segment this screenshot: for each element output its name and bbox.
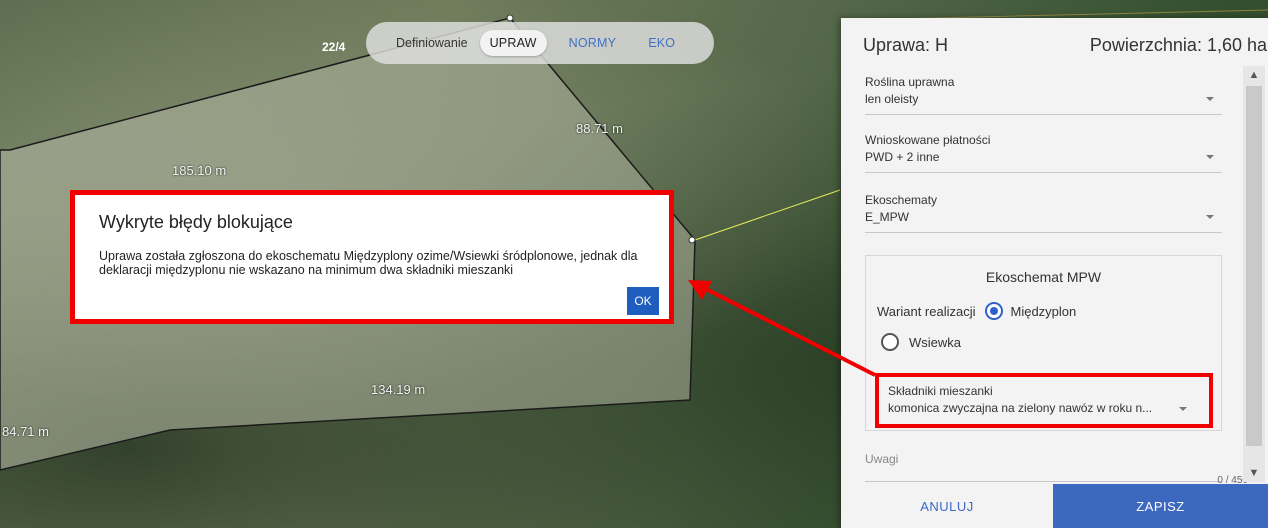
variant-row: Wariant realizacji Międzyplon <box>877 302 1076 320</box>
mode-option-eko[interactable]: EKO <box>638 30 685 56</box>
radio-miedzyplon[interactable] <box>984 302 1003 320</box>
field-value: E_MPW <box>865 210 910 224</box>
chevron-up-icon[interactable]: ▲ <box>1243 66 1265 84</box>
notes-field[interactable]: Uwagi <box>865 448 1222 482</box>
segment-length-label: 84.71 m <box>2 424 49 439</box>
payments-select[interactable]: Wnioskowane płatności PWD + 2 inne <box>865 133 1222 173</box>
mode-toggle: Definiowanie UPRAW NORMY EKO <box>366 22 714 64</box>
dialog-title: Wykryte błędy blokujące <box>99 212 293 232</box>
parcel-id-label: 22/4 <box>322 40 346 54</box>
mode-option-upraw[interactable]: UPRAW <box>479 30 547 56</box>
field-label: Wnioskowane płatności <box>865 133 991 147</box>
error-dialog: Wykryte błędy blokujące Uprawa została z… <box>70 190 674 324</box>
field-value: PWD + 2 inne <box>865 150 940 164</box>
radio-wsiewka-label: Wsiewka <box>909 334 962 350</box>
ecoschemes-select[interactable]: Ekoschematy E_MPW <box>865 193 1222 233</box>
radio-miedzyplon-label: Międzyplon <box>1010 303 1077 319</box>
cancel-button[interactable]: ANULUJ <box>841 484 1053 528</box>
scrollbar-thumb[interactable] <box>1246 86 1262 446</box>
segment-length-label: 134.19 m <box>371 382 426 397</box>
area-label: Powierzchnia: 1,60 ha <box>1089 35 1267 55</box>
ok-button[interactable]: OK <box>627 287 659 315</box>
field-label: Roślina uprawna <box>865 75 955 89</box>
mode-option-normy[interactable]: NORMY <box>559 30 627 56</box>
ecoscheme-title: Ekoschemat MPW <box>985 269 1102 285</box>
chevron-down-icon <box>1206 97 1214 101</box>
crop-title: Uprawa: H <box>863 35 949 55</box>
segment-length-label: 185.10 m <box>172 163 227 178</box>
save-button[interactable]: ZAPISZ <box>1053 484 1268 528</box>
variant-label: Wariant realizacji <box>877 303 976 319</box>
field-value: len oleisty <box>865 92 919 106</box>
wsiewka-row: Wsiewka <box>881 333 961 351</box>
mix-label: Składniki mieszanki <box>888 384 993 398</box>
mode-toggle-label: Definiowanie <box>396 36 468 50</box>
mix-value: komonica zwyczajna na zielony nawóz w ro… <box>888 401 1153 415</box>
crop-panel: Uprawa: H Powierzchnia: 1,60 ha Roślina … <box>841 18 1268 528</box>
panel-header: Uprawa: H Powierzchnia: 1,60 ha <box>863 35 1267 56</box>
panel-scrollbar[interactable]: ▲ ▼ <box>1243 66 1265 482</box>
chevron-down-icon <box>1206 215 1214 219</box>
chevron-down-icon[interactable]: ▼ <box>1243 464 1265 482</box>
chevron-down-icon <box>1206 155 1214 159</box>
chevron-down-icon <box>1179 407 1187 411</box>
mixture-components-select[interactable]: Składniki mieszanki komonica zwyczajna n… <box>875 373 1213 428</box>
notes-label: Uwagi <box>865 452 899 466</box>
field-label: Ekoschematy <box>865 193 938 207</box>
crop-plant-select[interactable]: Roślina uprawna len oleisty <box>865 75 1222 115</box>
segment-length-label: 88.71 m <box>576 121 623 136</box>
radio-wsiewka[interactable] <box>881 333 899 351</box>
dialog-message: Uprawa została zgłoszona do ekoschematu … <box>99 249 638 277</box>
